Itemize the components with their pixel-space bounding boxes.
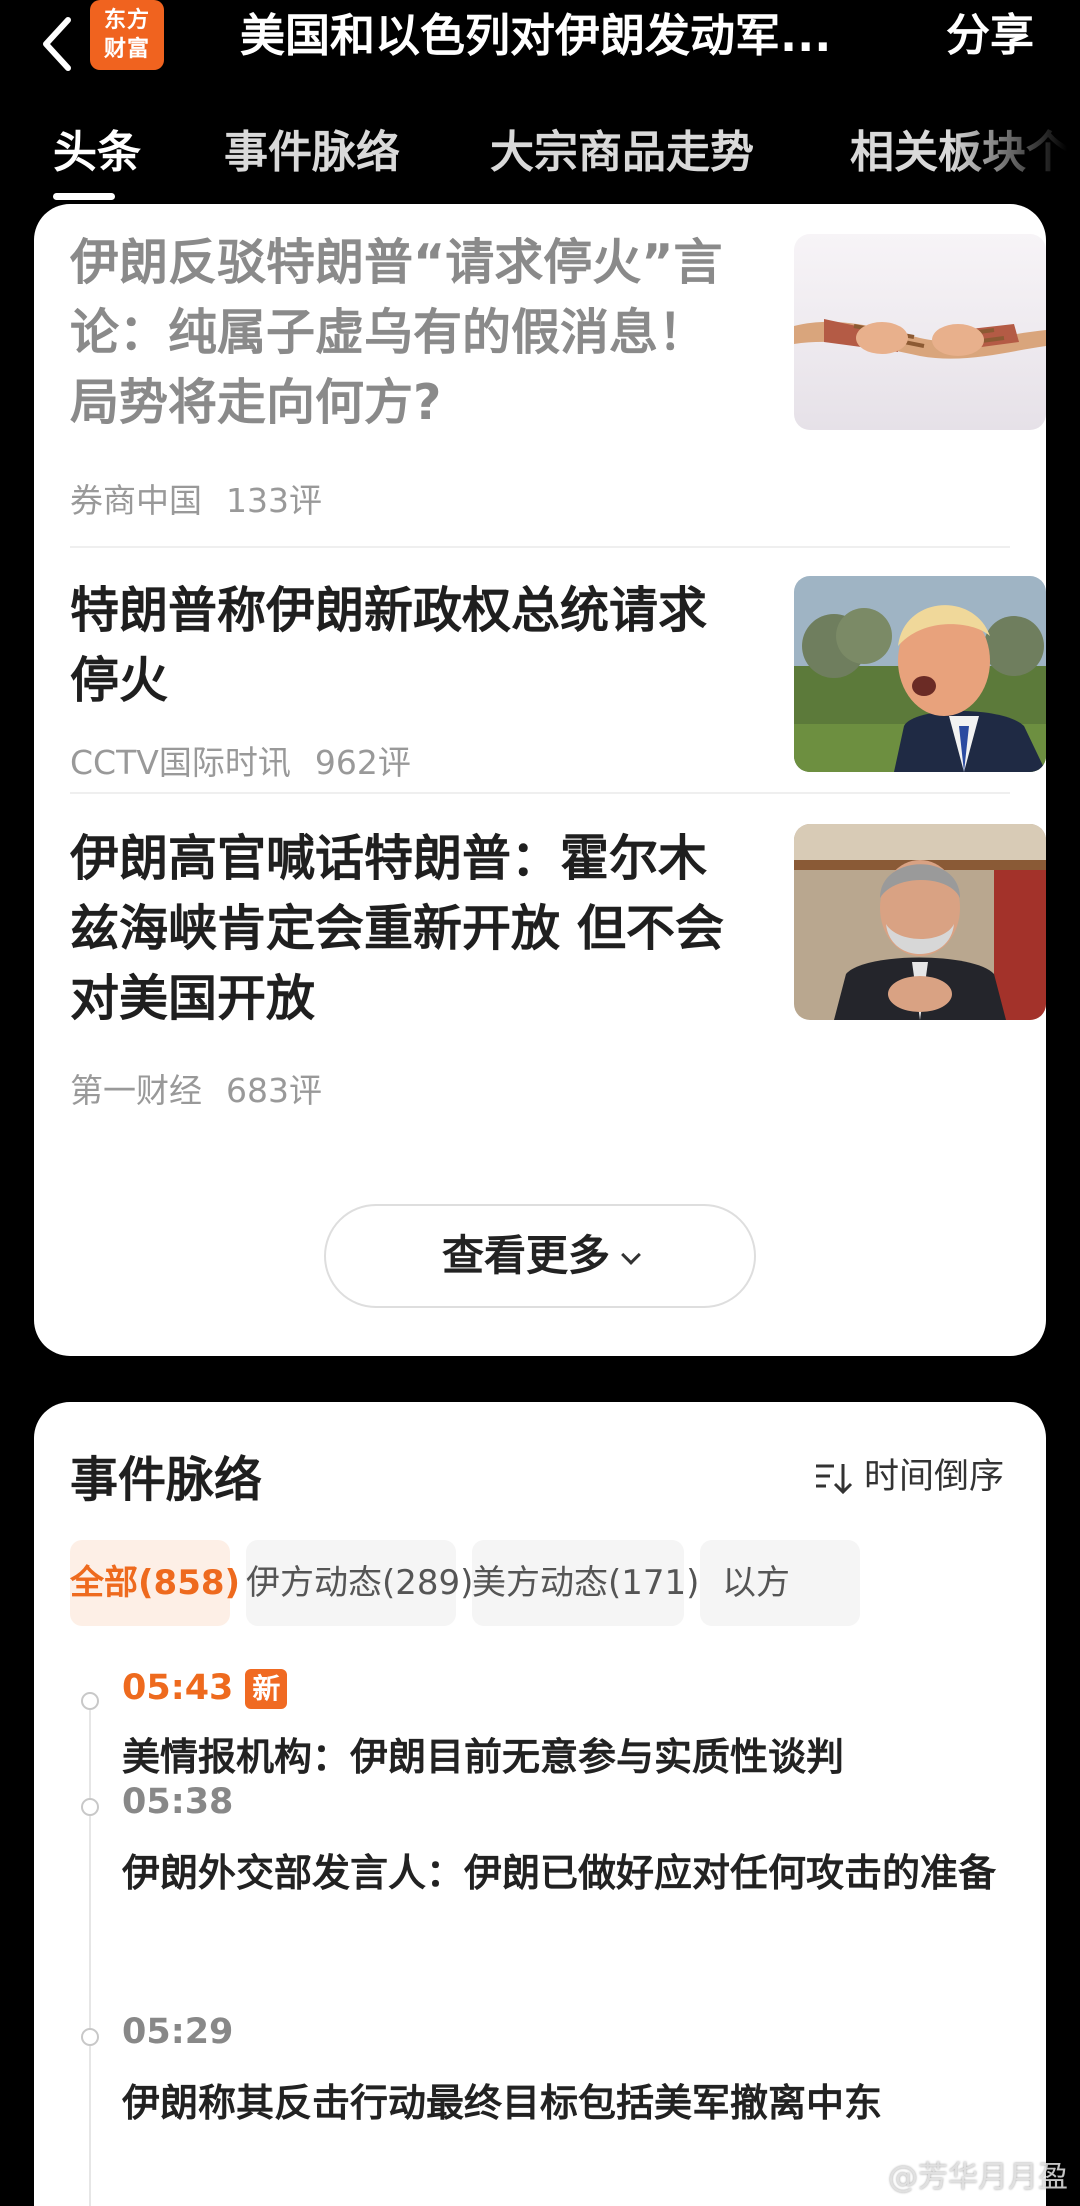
headline-news-card: 伊朗反驳特朗普“请求停火”言论：纯属子虚乌有的假消息！局势将走向何方? 券商中国… <box>34 204 1046 1356</box>
view-more-button[interactable]: 查看更多 <box>324 1204 756 1308</box>
share-button[interactable]: 分享 <box>946 8 1034 64</box>
news-title: 伊朗反驳特朗普“请求停火”言论：纯属子虚乌有的假消息！局势将走向何方? <box>70 234 723 431</box>
news-title: 伊朗高官喊话特朗普：霍尔木兹海峡肯定会重新开放 但不会对美国开放 <box>70 830 725 1027</box>
news-source: CCTV国际时讯 <box>70 743 291 782</box>
back-button[interactable] <box>34 12 84 76</box>
news-meta: CCTV国际时讯 962评 <box>70 736 411 784</box>
news-source: 第一财经 <box>70 1071 202 1110</box>
event-time: 05:38 <box>122 1782 234 1822</box>
top-bar: 东方 财富 美国和以色列对伊朗发动军... 分享 <box>0 0 1080 100</box>
tab-event-timeline[interactable]: 事件脉络 <box>224 118 400 188</box>
sort-descending-icon <box>816 1464 853 1495</box>
news-item[interactable]: 伊朗反驳特朗普“请求停火”言论：纯属子虚乌有的假消息！局势将走向何方? 券商中国… <box>70 228 1046 528</box>
timeline-dot <box>81 1692 99 1710</box>
comment-count: 133评 <box>226 481 322 520</box>
app-logo: 东方 财富 <box>90 0 164 70</box>
filter-chip-iran[interactable]: 伊方动态(289) <box>246 1540 473 1626</box>
divider <box>70 546 1010 548</box>
filter-chip-us[interactable]: 美方动态(171) <box>472 1540 699 1626</box>
tab-bar: 头条 事件脉络 大宗商品走势 相关板块个 <box>0 118 1080 208</box>
timeline-axis <box>89 1692 91 2206</box>
divider <box>70 792 1010 794</box>
event-text[interactable]: 伊朗称其反击行动最终目标包括美军撤离中东 <box>122 2068 1022 2139</box>
news-thumbnail-official <box>794 824 1046 1020</box>
timeline-dot <box>81 1798 99 1816</box>
sort-order-label: 时间倒序 <box>864 1457 1005 1497</box>
news-thumbnail-trump <box>794 576 1046 772</box>
new-badge: 新 <box>245 1669 288 1709</box>
news-item[interactable]: 特朗普称伊朗新政权总统请求停火 CCTV国际时讯 962评 <box>70 576 1046 806</box>
comment-count: 683评 <box>226 1071 322 1110</box>
sort-order-button[interactable]: 时间倒序 <box>814 1448 1004 1499</box>
news-title: 特朗普称伊朗新政权总统请求停火 <box>70 582 708 709</box>
event-text[interactable]: 美情报机构：伊朗目前无意参与实质性谈判 <box>122 1722 1022 1793</box>
filter-fade-overlay <box>956 1540 1046 1630</box>
event-time: 05:43 新 <box>122 1668 288 1709</box>
tab-headlines[interactable]: 头条 <box>53 118 141 188</box>
event-filter-chips: 全部(858) 伊方动态(289) 美方动态(171) 以方 <box>70 1540 1046 1630</box>
page-title: 美国和以色列对伊朗发动军... <box>240 9 832 62</box>
comment-count: 962评 <box>314 743 411 782</box>
news-thumbnail-rope <box>794 234 1046 430</box>
event-time-text: 05:43 <box>122 1668 234 1708</box>
chevron-left-icon <box>43 17 71 71</box>
event-text[interactable]: 伊朗外交部发言人：伊朗已做好应对任何攻击的准备 <box>122 1838 1022 1909</box>
filter-chip-israel[interactable]: 以方 <box>700 1540 860 1626</box>
active-tab-indicator <box>53 193 115 200</box>
section-title: 事件脉络 <box>70 1452 263 1508</box>
timeline-dot <box>81 2028 99 2046</box>
view-more-label: 查看更多 <box>441 1231 610 1280</box>
watermark-text: @芳华月月盈 <box>888 2160 1068 2195</box>
news-meta: 券商中国 133评 <box>70 474 322 522</box>
event-time: 05:29 <box>122 2012 234 2052</box>
news-item[interactable]: 伊朗高官喊话特朗普：霍尔木兹海峡肯定会重新开放 但不会对美国开放 第一财经 683… <box>70 824 1046 1134</box>
chevron-down-icon <box>621 1245 641 1265</box>
event-timeline-card: 事件脉络 时间倒序 全部(858) 伊方动态(289) 美方动态(171) 以方… <box>34 1402 1046 2206</box>
tab-fade-overlay <box>950 118 1080 198</box>
tab-commodity-trends[interactable]: 大宗商品走势 <box>490 118 754 188</box>
news-source: 券商中国 <box>70 481 202 520</box>
news-meta: 第一财经 683评 <box>70 1064 322 1112</box>
filter-chip-all[interactable]: 全部(858) <box>70 1540 240 1626</box>
